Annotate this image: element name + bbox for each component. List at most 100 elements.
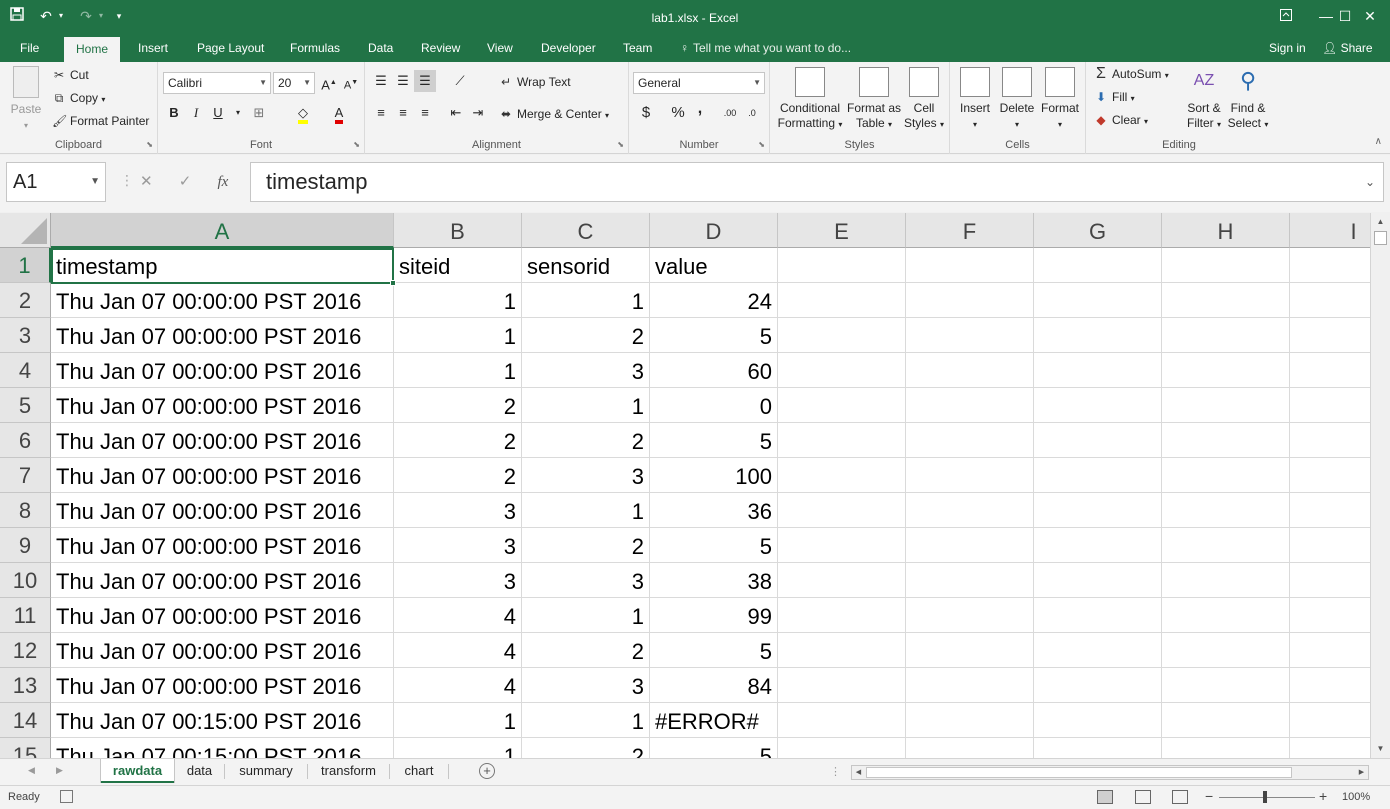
cell-f8[interactable]	[906, 493, 1034, 528]
cell-d12[interactable]: 5	[650, 633, 778, 668]
cell-d10[interactable]: 38	[650, 563, 778, 598]
cell-c13[interactable]: 3	[522, 668, 650, 703]
cell-c14[interactable]: 1	[522, 703, 650, 738]
scroll-up-arrow-icon[interactable]: ▲	[1371, 214, 1390, 230]
orientation-icon[interactable]: ⟋	[449, 70, 471, 92]
page-break-view-icon[interactable]	[1172, 790, 1188, 804]
cell-f7[interactable]	[906, 458, 1034, 493]
cell-i1[interactable]	[1290, 248, 1370, 283]
row-header-3[interactable]: 3	[0, 318, 51, 353]
formula-bar-splitter[interactable]: ⋮	[120, 172, 134, 189]
delete-cells-button[interactable]: Delete ▾	[996, 67, 1038, 132]
cell-d2[interactable]: 24	[650, 283, 778, 318]
align-middle-icon[interactable]: ☰	[392, 70, 414, 92]
decrease-indent-icon[interactable]: ⇤	[445, 102, 467, 124]
row-header-8[interactable]: 8	[0, 493, 51, 528]
row-header-11[interactable]: 11	[0, 598, 51, 633]
comma-button[interactable]: ,	[689, 98, 711, 120]
column-header-c[interactable]: C	[522, 213, 650, 248]
cell-g8[interactable]	[1034, 493, 1162, 528]
cell-a2[interactable]: Thu Jan 07 00:00:00 PST 2016	[51, 283, 394, 318]
cell-e9[interactable]	[778, 528, 906, 563]
cell-i12[interactable]	[1290, 633, 1370, 668]
cell-c1[interactable]: sensorid	[522, 248, 650, 283]
collapse-ribbon-icon[interactable]: ∧	[1375, 136, 1382, 147]
cell-e10[interactable]	[778, 563, 906, 598]
tab-review[interactable]: Review	[413, 36, 468, 62]
column-header-b[interactable]: B	[394, 213, 522, 248]
insert-function-icon[interactable]: fx	[218, 174, 229, 190]
cell-a6[interactable]: Thu Jan 07 00:00:00 PST 2016	[51, 423, 394, 458]
cell-h4[interactable]	[1162, 353, 1290, 388]
cell-e11[interactable]	[778, 598, 906, 633]
cell-h12[interactable]	[1162, 633, 1290, 668]
macro-recording-icon[interactable]	[60, 790, 73, 803]
share-button[interactable]: 👤︎ Share	[1322, 36, 1373, 62]
cell-e8[interactable]	[778, 493, 906, 528]
cell-e4[interactable]	[778, 353, 906, 388]
close-button[interactable]: ✕	[1350, 4, 1390, 28]
find-select-button[interactable]: ⚲ Find & Select ▾	[1226, 67, 1270, 132]
cell-b11[interactable]: 4	[394, 598, 522, 633]
row-header-15[interactable]: 15	[0, 738, 51, 758]
format-cells-button[interactable]: Format ▾	[1038, 67, 1082, 132]
sheet-tab-summary[interactable]: summary	[226, 759, 306, 783]
cell-a11[interactable]: Thu Jan 07 00:00:00 PST 2016	[51, 598, 394, 633]
cell-a8[interactable]: Thu Jan 07 00:00:00 PST 2016	[51, 493, 394, 528]
cell-c10[interactable]: 3	[522, 563, 650, 598]
cell-f12[interactable]	[906, 633, 1034, 668]
horizontal-scroll-thumb[interactable]	[866, 767, 1292, 778]
align-top-icon[interactable]: ☰	[370, 70, 392, 92]
row-header-10[interactable]: 10	[0, 563, 51, 598]
cell-b6[interactable]: 2	[394, 423, 522, 458]
dialog-launcher-icon[interactable]: ⬊	[617, 140, 624, 149]
cell-c11[interactable]: 1	[522, 598, 650, 633]
clear-button[interactable]: ◆ Clear ▾	[1094, 112, 1148, 130]
cell-f14[interactable]	[906, 703, 1034, 738]
increase-indent-icon[interactable]: ⇥	[467, 102, 489, 124]
cell-d15[interactable]: 5	[650, 738, 778, 758]
cell-f5[interactable]	[906, 388, 1034, 423]
cell-h11[interactable]	[1162, 598, 1290, 633]
cell-h15[interactable]	[1162, 738, 1290, 758]
row-header-6[interactable]: 6	[0, 423, 51, 458]
cell-a9[interactable]: Thu Jan 07 00:00:00 PST 2016	[51, 528, 394, 563]
cell-g1[interactable]	[1034, 248, 1162, 283]
sheet-tab-rawdata[interactable]: rawdata	[101, 759, 174, 783]
cell-d13[interactable]: 84	[650, 668, 778, 703]
tab-home[interactable]: Home	[64, 37, 121, 62]
sheet-tab-chart[interactable]: chart	[391, 759, 447, 783]
cell-e5[interactable]	[778, 388, 906, 423]
dialog-launcher-icon[interactable]: ⬊	[353, 140, 360, 149]
cell-e12[interactable]	[778, 633, 906, 668]
cell-h7[interactable]	[1162, 458, 1290, 493]
row-header-14[interactable]: 14	[0, 703, 51, 738]
tab-file[interactable]: File	[12, 36, 47, 62]
cell-d1[interactable]: value	[650, 248, 778, 283]
row-header-12[interactable]: 12	[0, 633, 51, 668]
cell-g2[interactable]	[1034, 283, 1162, 318]
cell-d3[interactable]: 5	[650, 318, 778, 353]
cell-b2[interactable]: 1	[394, 283, 522, 318]
expand-formula-bar-icon[interactable]: ⌄	[1365, 163, 1375, 201]
copy-button[interactable]: ⧉ Copy ▾	[52, 90, 106, 108]
sort-filter-button[interactable]: AZ Sort & Filter ▾	[1182, 67, 1226, 132]
cut-button[interactable]: ✂ Cut	[52, 67, 89, 83]
add-sheet-icon[interactable]: +	[479, 763, 495, 779]
autosum-button[interactable]: Σ AutoSum ▾	[1094, 66, 1169, 84]
cell-a7[interactable]: Thu Jan 07 00:00:00 PST 2016	[51, 458, 394, 493]
zoom-in-button[interactable]: +	[1319, 788, 1327, 804]
tab-data[interactable]: Data	[360, 36, 401, 62]
sheet-tab-data[interactable]: data	[176, 759, 223, 783]
cell-d5[interactable]: 0	[650, 388, 778, 423]
cell-i9[interactable]	[1290, 528, 1370, 563]
row-header-9[interactable]: 9	[0, 528, 51, 563]
cell-f15[interactable]	[906, 738, 1034, 758]
tab-splitter[interactable]: ⋮	[830, 765, 841, 778]
cell-g3[interactable]	[1034, 318, 1162, 353]
currency-button[interactable]: $	[635, 102, 657, 124]
scroll-left-arrow-icon[interactable]: ◀	[852, 766, 865, 779]
cell-f4[interactable]	[906, 353, 1034, 388]
cell-f2[interactable]	[906, 283, 1034, 318]
row-header-7[interactable]: 7	[0, 458, 51, 493]
